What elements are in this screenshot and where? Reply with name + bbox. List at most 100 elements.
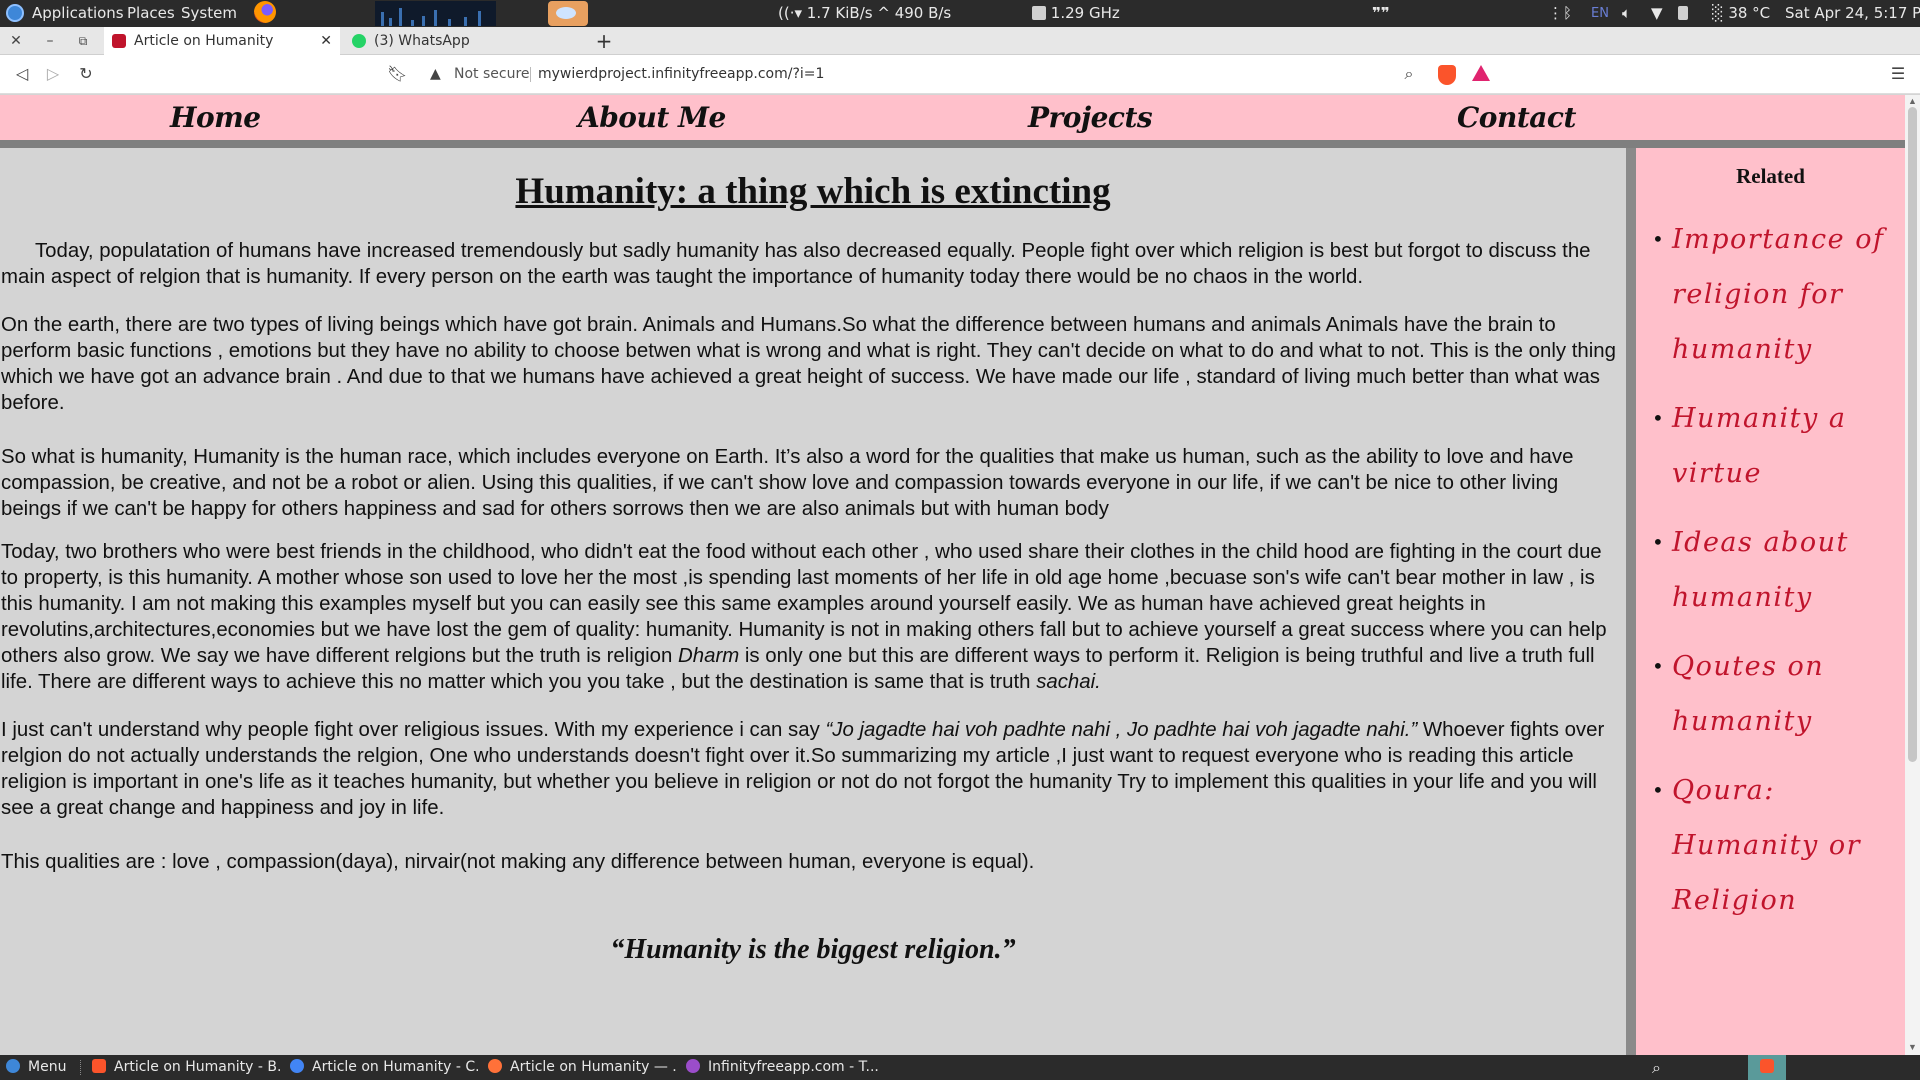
firefox-icon: [488, 1059, 502, 1073]
related-link-ideas-about-humanity[interactable]: Ideas about humanity: [1636, 515, 1905, 625]
nav-about-me[interactable]: About Me: [578, 95, 726, 140]
network-speed-label: 1.7 KiB/s ^ 490 B/s: [806, 4, 952, 22]
new-tab-button[interactable]: +: [592, 27, 616, 55]
scroll-down-icon[interactable]: ▼: [1908, 1043, 1917, 1052]
taskbar-window-brave[interactable]: Article on Humanity - B...: [92, 1055, 280, 1080]
security-status-label[interactable]: Not secure: [454, 61, 530, 88]
related-link-qoutes-on-humanity[interactable]: Qoutes on humanity: [1636, 639, 1905, 749]
nav-contact[interactable]: Contact: [1457, 95, 1576, 140]
taskbar-window-label: Infinityfreeapp.com - T...: [708, 1059, 879, 1075]
thermometer-icon: ░: [1712, 4, 1724, 22]
applications-menu[interactable]: Applications: [6, 0, 124, 27]
page-scrollbar[interactable]: ▲ ▼: [1905, 95, 1920, 1055]
article-paragraph-4: Today, two brothers who were best friend…: [1, 539, 1623, 695]
brave-icon: [1760, 1059, 1774, 1073]
hamburger-menu-icon[interactable]: ☰: [1888, 64, 1908, 84]
taskbar-active-brave[interactable]: [1748, 1055, 1786, 1080]
quote-applet-icon[interactable]: ❞❞: [1372, 0, 1390, 27]
address-bar[interactable]: ▲ Not secure mywierdproject.infinityfree…: [418, 61, 1428, 88]
volume-icon[interactable]: 🔈︎: [1622, 0, 1631, 27]
bottom-taskbar: Menu Article on Humanity - B... Article …: [0, 1055, 1920, 1080]
taskbar-window-chrome[interactable]: Article on Humanity - C...: [290, 1055, 478, 1080]
bluetooth-icon[interactable]: ᛒ: [1563, 0, 1572, 27]
system-top-panel: Applications Places System ((·▾ 1.7 KiB/…: [0, 0, 1920, 27]
site-navigation: Home About Me Projects Contact: [0, 95, 1905, 140]
taskbar-window-label: Article on Humanity - C...: [312, 1059, 478, 1075]
emphasis-sachai: sachai.: [1036, 671, 1101, 693]
clock[interactable]: Sat Apr 24, 5:17 PM: [1785, 0, 1920, 27]
article-content: Humanity: a thing which is extincting To…: [0, 148, 1626, 1055]
places-menu-label: Places: [127, 4, 175, 22]
article-paragraph-6: This qualities are : love , compassion(d…: [1, 851, 1035, 873]
applications-menu-label: Applications: [32, 4, 124, 22]
article-paragraph-3: So what is humanity, Humanity is the hum…: [1, 446, 1574, 520]
taskbar-window-label: Article on Humanity - B...: [114, 1059, 280, 1075]
temperature-indicator: ░ 38 °C: [1712, 0, 1770, 27]
network-activity-icon: ((·▾: [778, 4, 803, 22]
forward-icon[interactable]: ▷: [43, 64, 63, 84]
window-restore-icon[interactable]: ⧉: [73, 31, 93, 51]
tab-whatsapp[interactable]: (3) WhatsApp: [344, 27, 584, 55]
related-link-importance-of-religion[interactable]: Importance of religion for humanity: [1636, 212, 1905, 377]
scroll-thumb[interactable]: [1908, 107, 1917, 762]
cpu-graph-3: [458, 1, 496, 26]
brave-rewards-icon[interactable]: [1472, 65, 1490, 81]
zoom-icon[interactable]: ⌕: [1399, 64, 1419, 84]
cpu-frequency: 1.29 GHz: [1032, 0, 1120, 27]
window-minimize-icon[interactable]: –: [40, 31, 60, 51]
emphasis-dharm: Dharm: [678, 645, 740, 667]
tor-browser-icon: [686, 1059, 700, 1073]
article-paragraph-1: Today, populatation of humans have incre…: [1, 240, 1591, 288]
taskbar-window-label: Article on Humanity — ...: [510, 1059, 676, 1075]
scroll-up-icon[interactable]: ▲: [1908, 97, 1917, 106]
cpu-chip-icon: [1032, 6, 1046, 20]
brave-icon: [92, 1059, 106, 1073]
taskbar-separator: [80, 1060, 82, 1075]
battery-icon[interactable]: [1678, 0, 1688, 27]
nav-home[interactable]: Home: [170, 95, 261, 140]
menu-dots-icon[interactable]: ⋮: [1548, 0, 1563, 27]
back-icon[interactable]: ◁: [12, 64, 32, 84]
taskbar-window-tor[interactable]: Infinityfreeapp.com - T...: [686, 1055, 886, 1080]
paragraph-text: I just can't understand why people fight…: [1, 719, 826, 741]
emphasis-quote: “Jo jagadte hai voh padhte nahi , Jo pad…: [825, 719, 1418, 741]
brave-shields-icon[interactable]: [1438, 65, 1456, 85]
start-menu-label: Menu: [28, 1059, 67, 1075]
start-menu-button[interactable]: Menu: [6, 1055, 66, 1080]
window-close-icon[interactable]: ✕: [6, 31, 26, 51]
keyboard-layout-label: EN: [1591, 6, 1609, 21]
chrome-icon: [290, 1059, 304, 1073]
related-list: Importance of religion for humanity Huma…: [1636, 212, 1905, 942]
nav-divider: [0, 140, 1905, 148]
tab-label: Article on Humanity: [134, 33, 274, 49]
keyboard-layout-indicator[interactable]: EN: [1591, 0, 1609, 27]
distro-logo-icon: [6, 4, 24, 22]
weather-applet-icon[interactable]: [548, 1, 588, 26]
related-link-qoura-humanity-or-religion[interactable]: Qoura: Humanity or Religion: [1636, 763, 1905, 928]
reload-icon[interactable]: ↻: [76, 64, 96, 84]
system-menu[interactable]: System: [181, 0, 237, 27]
article-title: Humanity: a thing which is extincting: [515, 171, 1111, 212]
article-paragraph-5: I just can't understand why people fight…: [1, 717, 1623, 821]
temperature-label: 38 °C: [1728, 4, 1771, 22]
url-text[interactable]: mywierdproject.infinityfreeapp.com/?i=1: [538, 61, 824, 88]
related-title: Related: [1736, 164, 1805, 188]
warning-triangle-icon: ▲: [430, 66, 441, 82]
nav-projects[interactable]: Projects: [1028, 95, 1153, 140]
taskbar-window-firefox[interactable]: Article on Humanity — ...: [488, 1055, 676, 1080]
url-separator: [530, 67, 531, 82]
tab-article-on-humanity[interactable]: Article on Humanity ✕: [104, 27, 340, 55]
firefox-launcher[interactable]: [254, 0, 276, 27]
taskbar-search-icon[interactable]: ⌕: [1652, 1055, 1661, 1080]
browser-toolbar: ◁ ▷ ↻ 🔖︎ ▲ Not secure mywierdproject.inf…: [0, 55, 1920, 94]
cpu-frequency-label: 1.29 GHz: [1050, 4, 1120, 22]
related-link-humanity-a-virtue[interactable]: Humanity a virtue: [1636, 391, 1905, 501]
related-sidebar: Related Importance of religion for human…: [1636, 148, 1905, 1055]
clock-label: Sat Apr 24, 5:17 PM: [1785, 4, 1920, 22]
bookmark-icon[interactable]: 🔖︎: [387, 64, 407, 84]
wifi-icon[interactable]: ▼: [1651, 0, 1663, 27]
places-menu[interactable]: Places: [127, 0, 175, 27]
system-menu-label: System: [181, 4, 237, 22]
tab-close-icon[interactable]: ✕: [320, 27, 332, 55]
new-tab-label: +: [595, 29, 613, 53]
